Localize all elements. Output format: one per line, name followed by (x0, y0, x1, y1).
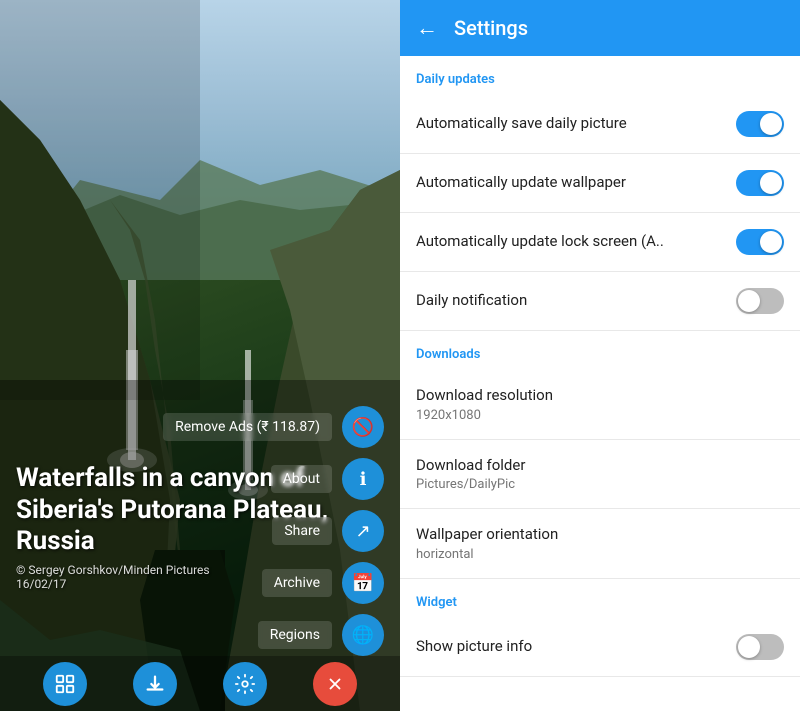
section-widget: Widget (400, 579, 800, 618)
wallpaper-orientation-label: Wallpaper orientation (416, 525, 772, 545)
download-resolution-value: 1920x1080 (416, 408, 772, 423)
show-picture-info-label: Show picture info (416, 637, 724, 657)
close-button[interactable] (313, 662, 357, 706)
auto-save-label: Automatically save daily picture (416, 114, 724, 134)
share-row[interactable]: Share ↗ (272, 510, 384, 552)
action-buttons: Remove Ads (₹ 118.87) 🚫 About ℹ Share ↗ … (163, 406, 384, 656)
daily-notification-toggle[interactable] (736, 288, 784, 314)
auto-save-toggle[interactable] (736, 111, 784, 137)
about-button[interactable]: ℹ (342, 458, 384, 500)
auto-lockscreen-toggle[interactable] (736, 229, 784, 255)
section-daily-updates: Daily updates (400, 56, 800, 95)
settings-header: ← Settings (400, 0, 800, 56)
setting-daily-notification: Daily notification (400, 272, 800, 331)
download-folder-label: Download folder (416, 456, 772, 476)
download-folder-value: Pictures/DailyPic (416, 477, 772, 492)
setting-auto-wallpaper: Automatically update wallpaper (400, 154, 800, 213)
share-button[interactable]: ↗ (342, 510, 384, 552)
settings-content: Daily updates Automatically save daily p… (400, 56, 800, 711)
remove-ads-button[interactable]: 🚫 (342, 406, 384, 448)
setting-wallpaper-orientation[interactable]: Wallpaper orientation horizontal (400, 509, 800, 579)
remove-ads-row[interactable]: Remove Ads (₹ 118.87) 🚫 (163, 406, 384, 448)
background-image: Waterfalls in a canyon of Siberia's Puto… (0, 0, 400, 711)
archive-label: Archive (262, 569, 332, 597)
share-label: Share (272, 517, 332, 545)
settings-title: Settings (454, 16, 528, 40)
bottom-bar (0, 656, 400, 711)
regions-row[interactable]: Regions 🌐 (258, 614, 384, 656)
setting-download-folder[interactable]: Download folder Pictures/DailyPic (400, 440, 800, 510)
about-label: About (271, 465, 332, 493)
left-panel: Waterfalls in a canyon of Siberia's Puto… (0, 0, 400, 711)
back-button[interactable]: ← (416, 15, 438, 41)
setting-show-picture-info: Show picture info (400, 618, 800, 677)
regions-button[interactable]: 🌐 (342, 614, 384, 656)
setting-auto-lockscreen: Automatically update lock screen (A.. (400, 213, 800, 272)
regions-label: Regions (258, 621, 332, 649)
setting-download-resolution[interactable]: Download resolution 1920x1080 (400, 370, 800, 440)
setting-auto-save: Automatically save daily picture (400, 95, 800, 154)
auto-wallpaper-toggle[interactable] (736, 170, 784, 196)
archive-button[interactable]: 📅 (342, 562, 384, 604)
archive-row[interactable]: Archive 📅 (262, 562, 384, 604)
section-downloads: Downloads (400, 331, 800, 370)
daily-notification-label: Daily notification (416, 291, 724, 311)
auto-wallpaper-label: Automatically update wallpaper (416, 173, 724, 193)
show-picture-info-toggle[interactable] (736, 634, 784, 660)
settings-panel: ← Settings Daily updates Automatically s… (400, 0, 800, 711)
about-row[interactable]: About ℹ (271, 458, 384, 500)
remove-ads-label: Remove Ads (₹ 118.87) (163, 413, 332, 441)
gallery-button[interactable] (43, 662, 87, 706)
settings-button[interactable] (223, 662, 267, 706)
wallpaper-orientation-value: horizontal (416, 547, 772, 562)
auto-lockscreen-label: Automatically update lock screen (A.. (416, 232, 724, 252)
download-button[interactable] (133, 662, 177, 706)
download-resolution-label: Download resolution (416, 386, 772, 406)
